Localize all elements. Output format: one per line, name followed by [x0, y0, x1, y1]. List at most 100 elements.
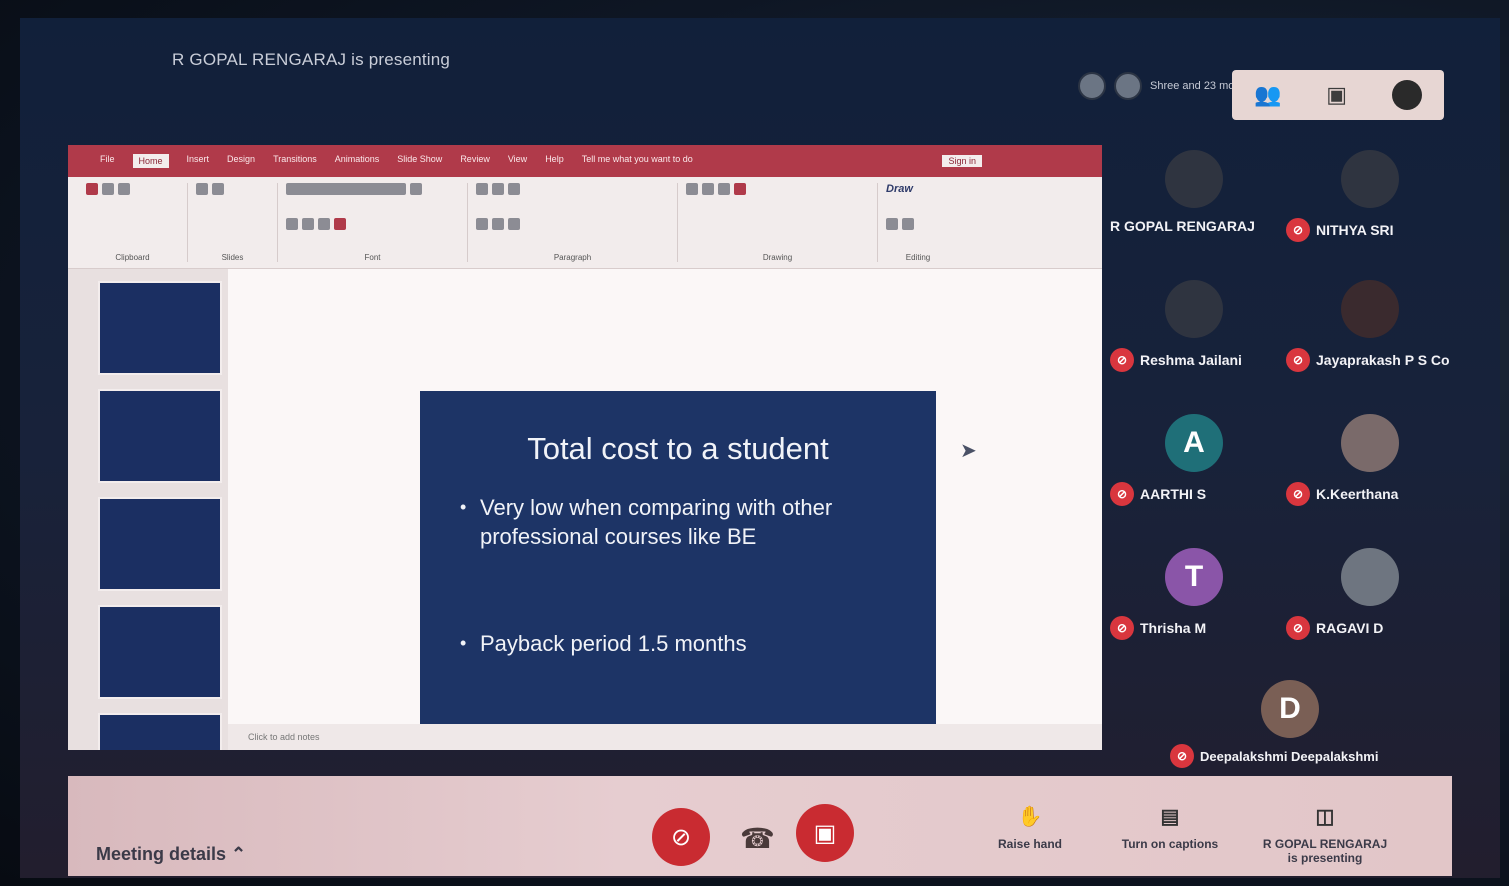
ribbon-group-editing: Draw Editing: [878, 183, 958, 262]
italic-icon[interactable]: [302, 218, 314, 230]
camera-off-icon: ▣: [813, 819, 837, 847]
captions-button[interactable]: ▤ Turn on captions: [1120, 804, 1220, 851]
participant-name-row: ⊘ Reshma Jailani: [1110, 348, 1242, 372]
slide-thumbnail[interactable]: [98, 605, 222, 699]
participant-tile[interactable]: T ⊘ Thrisha M: [1110, 548, 1278, 658]
tab-insert[interactable]: Insert: [187, 154, 210, 168]
layout-icon[interactable]: [212, 183, 224, 195]
slide-thumbnail[interactable]: [98, 281, 222, 375]
bold-icon[interactable]: [286, 218, 298, 230]
raise-hand-button[interactable]: ✋ Raise hand: [980, 804, 1080, 851]
tell-me-search[interactable]: Tell me what you want to do: [582, 154, 693, 168]
self-view-icon[interactable]: [1391, 80, 1422, 110]
mic-off-icon: ⊘: [1110, 616, 1134, 640]
align-center-icon[interactable]: [492, 218, 504, 230]
avatar: [1341, 414, 1399, 472]
microphone-toggle-button[interactable]: ⊘: [652, 808, 710, 866]
participant-name: Thrisha M: [1140, 620, 1207, 636]
paste-icon[interactable]: [86, 183, 98, 195]
align-right-icon[interactable]: [508, 218, 520, 230]
participant-name-row: ⊘ Jayaprakash P S Co: [1286, 348, 1450, 372]
font-size-select[interactable]: [410, 183, 422, 195]
participant-tile[interactable]: R GOPAL RENGARAJ: [1110, 150, 1278, 260]
participant-tile[interactable]: A ⊘ AARTHI S: [1110, 414, 1278, 524]
chat-icon[interactable]: ▣: [1326, 82, 1347, 108]
participant-tile[interactable]: ⊘ K.Keerthana: [1286, 414, 1454, 524]
avatar: [1078, 72, 1106, 100]
slide-thumbnail[interactable]: [98, 497, 222, 591]
slide-bullet: Payback period 1.5 months: [460, 629, 906, 658]
mic-off-icon: ⊘: [1110, 348, 1134, 372]
tab-home[interactable]: Home: [132, 154, 169, 168]
font-color-icon[interactable]: [334, 218, 346, 230]
top-toolbar: 👥 ▣: [1232, 70, 1444, 120]
participant-summary[interactable]: Shree and 23 more: [1078, 72, 1244, 100]
shared-screen: File Home Insert Design Transitions Anim…: [68, 145, 1102, 750]
text-direction-icon[interactable]: [508, 183, 520, 195]
others-count: Shree and 23 more: [1150, 79, 1245, 92]
shape-fill-icon[interactable]: [734, 183, 746, 195]
avatar: [1341, 150, 1399, 208]
mic-off-icon: ⊘: [1110, 482, 1134, 506]
ribbon-group-label: Slides: [221, 253, 244, 262]
meeting-details-label: Meeting details: [96, 844, 227, 864]
hand-icon: ✋: [1017, 806, 1043, 828]
phone-hangup-icon: ☎: [740, 823, 775, 854]
meeting-details-button[interactable]: Meeting details ⌃: [96, 844, 246, 865]
mouse-cursor-icon: ➤: [960, 440, 977, 462]
participant-name-row: ⊘ Thrisha M: [1110, 616, 1206, 640]
mic-off-icon: ⊘: [1286, 348, 1310, 372]
presentation-button[interactable]: ◫ R GOPAL RENGARAJ is presenting: [1260, 804, 1390, 865]
participant-name: RAGAVI D: [1316, 620, 1384, 636]
quick-styles-icon[interactable]: [718, 183, 730, 195]
new-slide-icon[interactable]: [196, 183, 208, 195]
tab-help[interactable]: Help: [545, 154, 564, 168]
font-name-select[interactable]: [286, 183, 406, 195]
notes-pane[interactable]: Click to add notes: [228, 724, 1102, 750]
captions-icon: ▤: [1160, 806, 1180, 828]
avatar: D: [1261, 680, 1319, 738]
tab-design[interactable]: Design: [227, 154, 255, 168]
tab-slide-show[interactable]: Slide Show: [397, 154, 442, 168]
participant-tile[interactable]: ⊘ Reshma Jailani: [1110, 280, 1278, 390]
select-icon[interactable]: [902, 218, 914, 230]
current-slide[interactable]: Total cost to a student Very low when co…: [420, 391, 936, 750]
numbering-icon[interactable]: [492, 183, 504, 195]
tab-review[interactable]: Review: [460, 154, 490, 168]
ppt-tabs: File Home Insert Design Transitions Anim…: [100, 154, 693, 168]
arrange-icon[interactable]: [702, 183, 714, 195]
camera-toggle-button[interactable]: ▣: [796, 804, 854, 862]
replace-icon[interactable]: [886, 218, 898, 230]
mic-off-icon: ⊘: [1286, 482, 1310, 506]
participant-name: K.Keerthana: [1316, 486, 1399, 502]
slide-thumbnail[interactable]: [98, 713, 222, 750]
draw-label[interactable]: Draw: [886, 183, 950, 195]
presenting-label: R GOPAL RENGARAJ is presenting: [1262, 837, 1388, 865]
shapes-icon[interactable]: [686, 183, 698, 195]
tab-view[interactable]: View: [508, 154, 527, 168]
ribbon-group-label: Editing: [905, 253, 931, 262]
tab-transitions[interactable]: Transitions: [273, 154, 317, 168]
ppt-ribbon: Clipboard Slides Font Paragraph Drawing …: [68, 177, 1102, 269]
bullets-icon[interactable]: [476, 183, 488, 195]
participant-tile[interactable]: D ⊘ Deepalakshmi Deepalakshmi: [1170, 680, 1410, 790]
align-left-icon[interactable]: [476, 218, 488, 230]
cut-icon[interactable]: [102, 183, 114, 195]
underline-icon[interactable]: [318, 218, 330, 230]
avatar: A: [1165, 414, 1223, 472]
tab-file[interactable]: File: [100, 154, 115, 168]
tab-animations[interactable]: Animations: [335, 154, 380, 168]
participant-tile[interactable]: ⊘ Jayaprakash P S Co: [1286, 280, 1454, 390]
participant-name-row: ⊘ RAGAVI D: [1286, 616, 1383, 640]
sign-in-button[interactable]: Sign in: [942, 155, 982, 167]
participant-tile[interactable]: ⊘ RAGAVI D: [1286, 548, 1454, 658]
slide-thumbnail[interactable]: [98, 389, 222, 483]
avatar: [1341, 548, 1399, 606]
ribbon-group-label: Paragraph: [553, 253, 592, 262]
slide-title: Total cost to a student: [527, 431, 829, 466]
participant-tile[interactable]: ⊘ NITHYA SRI: [1286, 150, 1454, 260]
copy-icon[interactable]: [118, 183, 130, 195]
leave-call-button[interactable]: ☎: [740, 822, 775, 855]
avatar: [1165, 280, 1223, 338]
people-icon[interactable]: 👥: [1254, 82, 1281, 108]
